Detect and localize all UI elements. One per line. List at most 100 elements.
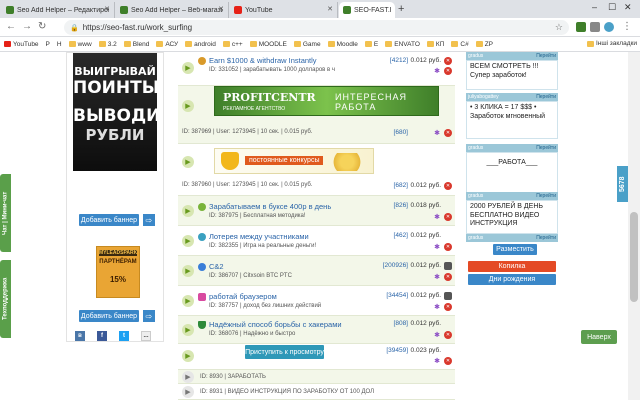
promo-banner[interactable]: ВЫИГРЫВАЙ ПОИНТЫ ВЫВОДИ РУБЛИ (73, 53, 160, 171)
bookmark-h[interactable]: H (57, 41, 62, 48)
task-row[interactable]: ▶ Earn $1000 & withdraw Instantly ID: 33… (178, 52, 455, 86)
more-icon[interactable]: ... (141, 331, 151, 341)
bug-icon[interactable]: ✱ (433, 357, 441, 365)
bug-icon[interactable]: ✱ (433, 129, 441, 137)
bug-icon[interactable]: ✱ (433, 213, 441, 221)
task-row-banner[interactable]: ▶ PROFITCENTR РЕКЛАМНОЕ АГЕНТСТВО ИНТЕРЕ… (178, 86, 455, 144)
remove-icon[interactable]: ✕ (444, 243, 452, 251)
bookmark-folder[interactable]: c++ (222, 41, 243, 48)
bookmark-folder[interactable]: ZP (475, 41, 493, 48)
bookmark-star-icon[interactable]: ☆ (555, 22, 563, 33)
new-tab-button[interactable]: + (398, 3, 404, 15)
bookmark-folder[interactable]: C# (451, 41, 469, 48)
remove-icon[interactable]: ✕ (444, 303, 452, 311)
play-arrow-icon[interactable]: ▶ (182, 371, 194, 383)
back-icon[interactable]: ← (6, 21, 16, 32)
ad-author[interactable]: juliyabogattey (468, 94, 499, 100)
contests-banner[interactable]: постоянные конкурсы (214, 148, 374, 174)
bookmark-youtube[interactable]: YouTube (4, 41, 39, 48)
remove-icon[interactable]: ✕ (444, 213, 452, 221)
bookmark-p[interactable]: P (46, 41, 50, 48)
profile-icon[interactable] (604, 22, 614, 32)
ad-go-link[interactable]: Перейти (536, 94, 556, 100)
bug-icon[interactable]: ✱ (433, 67, 441, 75)
remove-icon[interactable]: ✕ (444, 67, 452, 75)
ad-go-link[interactable]: Перейти (536, 193, 556, 199)
play-arrow-icon[interactable]: ▶ (182, 386, 194, 398)
play-arrow-icon[interactable]: ▶ (182, 100, 194, 112)
ad-text-block[interactable]: ВСЕМ СМОТРЕТЬ !!! Супер заработок! (466, 60, 558, 90)
arrow-right-icon[interactable]: ⇨ (143, 214, 155, 226)
bookmark-folder[interactable]: Game (293, 41, 321, 48)
play-arrow-icon[interactable]: ▶ (182, 265, 194, 277)
play-arrow-icon[interactable]: ▶ (182, 295, 194, 307)
task-title[interactable]: Earn $1000 & withdraw Instantly (209, 56, 317, 65)
profitcentr-banner[interactable]: PROFITCENTR РЕКЛАМНОЕ АГЕНТСТВО ИНТЕРЕСН… (214, 86, 439, 116)
task-row[interactable]: ▶ Лотерея между участниками ID: 382355 |… (178, 226, 455, 256)
piggy-bank-button[interactable]: Копилка (468, 261, 556, 272)
partner-banner[interactable]: MYLEADSPARK ПАРТНЁРАМ 15% (96, 246, 140, 298)
bookmark-folder[interactable]: www (68, 41, 92, 48)
ad-author[interactable]: gradus (468, 235, 483, 241)
ad-author[interactable]: gradus (468, 193, 483, 199)
bookmark-folder[interactable]: АСУ (156, 41, 178, 48)
scroll-to-top-button[interactable]: Наверх (581, 330, 617, 344)
task-row[interactable]: ▶ C&2 ID: 386707 | Citxsoin BTC PTC [200… (178, 256, 455, 286)
close-icon[interactable]: ✕ (104, 5, 110, 13)
tab-seo-add-helper-edit[interactable]: Seo Add Helper – Редактировать ✕ (2, 2, 115, 18)
tab-youtube[interactable]: YouTube ✕ (230, 2, 338, 18)
bookmark-folder[interactable]: Moodle (327, 41, 358, 48)
bug-icon[interactable]: ✱ (433, 243, 441, 251)
ad-text-block[interactable]: • 3 КЛИКА = 17 $$$ • Заработок мгновенны… (466, 101, 558, 139)
task-row[interactable]: ▶ работай браузером ID: 387757 | доход б… (178, 286, 455, 316)
add-banner-button[interactable]: Добавить баннер (79, 214, 139, 226)
close-icon[interactable]: ✕ (218, 5, 224, 13)
bug-icon[interactable]: ✱ (433, 273, 441, 281)
ad-text-block[interactable]: 2000 РУБЛЕЙ В ДЕНЬ БЕСПЛАТНО ВИДЕО ИНСТР… (466, 200, 558, 234)
bookmark-folder[interactable]: E (364, 41, 378, 48)
task-row[interactable]: ▶ Надёжный способ борьбы с хакерами ID: … (178, 316, 455, 344)
play-arrow-icon[interactable]: ▶ (182, 205, 194, 217)
ad-author[interactable]: gradus (468, 53, 483, 59)
tab-seo-add-helper-store[interactable]: Seo Add Helper – Веб-магазин C… ✕ (116, 2, 229, 18)
task-row[interactable]: ▶ Зарабатываем в буксе 400р в день ID: 3… (178, 196, 455, 226)
maximize-icon[interactable]: ☐ (608, 2, 616, 13)
birthdays-button[interactable]: Дни рождения (468, 274, 556, 285)
ad-go-link[interactable]: Перейти (536, 53, 556, 59)
tab-seo-fast[interactable]: SEO-FAST.RU (339, 2, 395, 18)
reload-icon[interactable]: ↻ (38, 21, 46, 32)
close-icon[interactable]: ✕ (327, 5, 333, 13)
task-title[interactable]: C&2 (209, 262, 224, 271)
other-bookmarks[interactable]: Інші закладки (586, 40, 637, 47)
minimize-icon[interactable]: – (592, 2, 597, 12)
ad-go-link[interactable]: Перейти (536, 235, 556, 241)
bookmark-folder[interactable]: android (185, 41, 216, 48)
play-arrow-icon[interactable]: ▶ (182, 350, 194, 362)
task-title[interactable]: Лотерея между участниками (209, 232, 309, 241)
window-close-icon[interactable]: ✕ (624, 2, 632, 13)
url-input[interactable]: 🔒 https://seo-fast.ru/work_surfing ☆ (64, 20, 569, 35)
play-arrow-icon[interactable]: ▶ (182, 324, 194, 336)
bookmark-folder[interactable]: MOODLE (249, 41, 287, 48)
page-scrollbar[interactable] (628, 52, 640, 400)
bookmark-folder[interactable]: ENVATO (385, 41, 420, 48)
remove-icon[interactable]: ✕ (444, 129, 452, 137)
twitter-icon[interactable]: t (119, 331, 129, 341)
menu-icon[interactable]: ⋮ (622, 21, 632, 32)
scrollbar-thumb[interactable] (630, 212, 638, 302)
extension-icon[interactable] (590, 22, 600, 32)
task-title[interactable]: Зарабатываем в буксе 400р в день (209, 202, 331, 211)
remove-icon[interactable]: ✕ (444, 331, 452, 339)
play-arrow-icon[interactable]: ▶ (182, 62, 194, 74)
task-title[interactable]: работай браузером (209, 292, 277, 301)
bug-icon[interactable]: ✱ (433, 303, 441, 311)
ad-go-link[interactable]: Перейти (536, 145, 556, 151)
task-row-banner[interactable]: ▶ постоянные конкурсы ID: 387960 | User:… (178, 144, 455, 196)
task-title[interactable]: Надёжный способ борьбы с хакерами (209, 320, 342, 329)
vk-icon[interactable]: в (75, 331, 85, 341)
remove-icon[interactable]: ✕ (444, 182, 452, 190)
facebook-icon[interactable]: f (97, 331, 107, 341)
bookmark-folder[interactable]: КП (426, 41, 444, 48)
task-row[interactable]: ▶ ID: 8931 | ВИДЕО ИНСТРУКЦИЯ ПО ЗАРАБОТ… (178, 384, 455, 400)
chat-side-tab[interactable]: Чат | Мини-чат (0, 174, 11, 252)
